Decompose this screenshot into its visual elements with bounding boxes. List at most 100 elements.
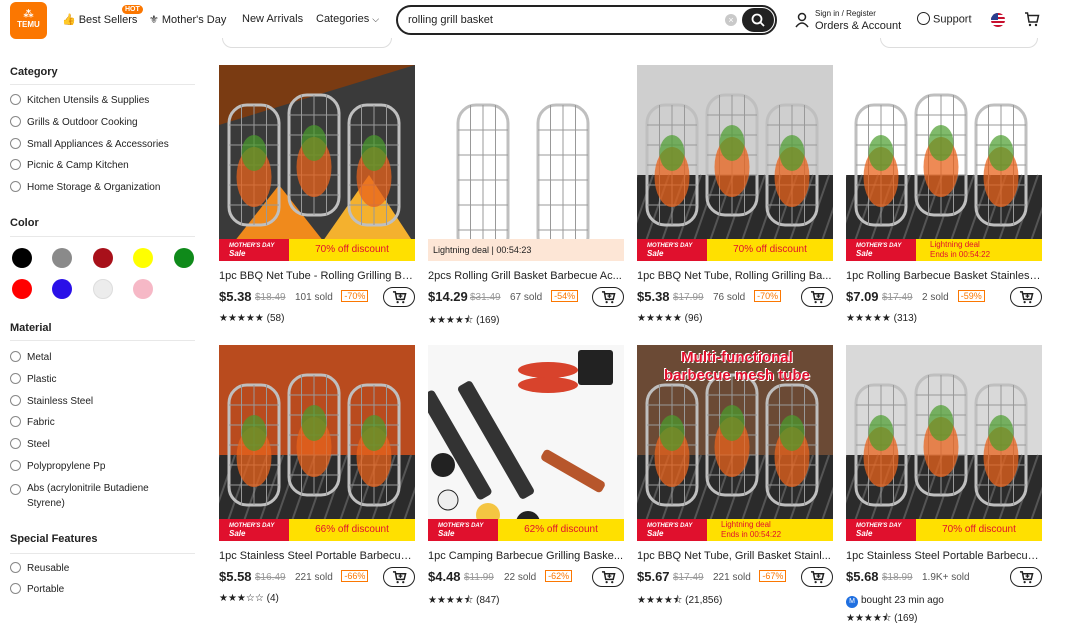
support-link[interactable]: Support (917, 12, 972, 26)
chat-icon (917, 12, 930, 25)
deal-banner: MOTHER'S DAY Sale 62% off discount (428, 519, 624, 541)
sold-count: 101 sold (295, 292, 333, 303)
price-row: $7.09 $17.49 2 sold -59% (846, 287, 1042, 311)
nav-categories[interactable]: Categories ⌵ (316, 13, 379, 25)
radio-icon (10, 583, 21, 594)
cart-icon (392, 571, 407, 584)
discount-text: 70% off discount (942, 524, 1016, 535)
add-to-cart-button[interactable] (383, 567, 415, 587)
stars-icon: ★★★★★ (219, 313, 264, 324)
color-swatch[interactable] (93, 248, 113, 268)
product-title[interactable]: 1pc Stainless Steel Portable Barbecue... (846, 550, 1042, 562)
temu-logo[interactable]: ⁂ TEMU (10, 2, 47, 39)
category-option[interactable]: Kitchen Utensils & Supplies (10, 94, 149, 106)
product-image[interactable]: MOTHER'S DAY Sale 62% off discount (428, 345, 624, 541)
product-image[interactable]: MOTHER'S DAY Sale 70% off discount (219, 65, 415, 261)
clear-icon[interactable]: × (725, 14, 737, 26)
price: $5.58 (219, 569, 252, 584)
material-option[interactable]: Metal (10, 351, 51, 363)
add-to-cart-button[interactable] (592, 287, 624, 307)
product-card[interactable]: Lightning deal | 00:54:23 2pcs Rolling G… (428, 65, 624, 335)
sort-pill[interactable] (880, 38, 1038, 48)
material-option[interactable]: Steel (10, 438, 50, 450)
search-input[interactable]: rolling grill basket (408, 14, 493, 26)
stars-icon: ★★★★⯪ (428, 315, 474, 326)
price: $7.09 (846, 289, 879, 304)
product-title[interactable]: 1pc Camping Barbecue Grilling Baske... (428, 550, 624, 562)
product-image[interactable]: MOTHER'S DAY Sale Lightning deal Ends in 00… (846, 65, 1042, 261)
category-option[interactable]: Picnic & Camp Kitchen (10, 159, 129, 171)
add-to-cart-button[interactable] (801, 567, 833, 587)
rating: ★★★★★ (96) (637, 313, 703, 324)
product-card[interactable]: MOTHER'S DAY Sale 70% off discount 1pc Sta… (846, 345, 1042, 624)
color-swatch[interactable] (133, 248, 153, 268)
material-option[interactable]: Stainless Steel (10, 395, 93, 407)
radio-icon (10, 562, 21, 573)
image-overlay-text: Multi-functional barbecue mesh tube (664, 349, 810, 384)
color-swatch[interactable] (12, 279, 32, 299)
color-swatch[interactable] (12, 248, 32, 268)
product-card[interactable]: MOTHER'S DAY Sale 70% off discount 1pc BBQ… (219, 65, 415, 335)
add-to-cart-button[interactable] (1010, 287, 1042, 307)
color-swatch[interactable] (93, 279, 113, 299)
price: $5.38 (219, 289, 252, 304)
category-option[interactable]: Grills & Outdoor Cooking (10, 116, 138, 128)
material-option[interactable]: Fabric (10, 416, 55, 428)
filter-pill[interactable] (222, 38, 392, 48)
feature-option[interactable]: Portable (10, 583, 64, 595)
material-option[interactable]: Polypropylene Pp (10, 460, 105, 472)
add-to-cart-button[interactable] (383, 287, 415, 307)
category-option[interactable]: Small Appliances & Accessories (10, 138, 169, 150)
add-to-cart-button[interactable] (1010, 567, 1042, 587)
product-title[interactable]: 1pc Stainless Steel Portable Barbecue... (219, 550, 415, 562)
radio-icon (10, 416, 21, 427)
original-price: $16.49 (255, 572, 286, 583)
mothers-day-tag: MOTHER'S DAY Sale (219, 519, 289, 541)
product-image[interactable]: MOTHER'S DAY Sale 66% off discount (219, 345, 415, 541)
logo-icon: ⁂ (23, 9, 34, 20)
color-swatch[interactable] (52, 279, 72, 299)
product-title[interactable]: 1pc BBQ Net Tube, Grill Basket Stainl... (637, 550, 833, 562)
stars-icon: ★★★☆☆ (219, 593, 264, 604)
product-image[interactable]: Multi-functional barbecue mesh tube MOTHE… (637, 345, 833, 541)
add-to-cart-button[interactable] (592, 567, 624, 587)
radio-icon (10, 181, 21, 192)
price: $5.67 (637, 569, 670, 584)
stars-icon: ★★★★⯪ (637, 595, 683, 606)
color-swatch[interactable] (133, 279, 153, 299)
chevron-down-icon: ⌵ (372, 14, 380, 24)
product-title[interactable]: 2pcs Rolling Grill Basket Barbecue Ac... (428, 270, 624, 282)
mothers-day-tag: MOTHER'S DAY Sale (637, 519, 707, 541)
product-card[interactable]: MOTHER'S DAY Sale 66% off discount 1pc Sta… (219, 345, 415, 615)
material-option[interactable]: Plastic (10, 373, 56, 385)
product-image[interactable]: MOTHER'S DAY Sale 70% off discount (637, 65, 833, 261)
product-card[interactable]: Multi-functional barbecue mesh tube MOTHE… (637, 345, 833, 615)
product-title[interactable]: 1pc BBQ Net Tube, Rolling Grilling Ba... (637, 270, 833, 282)
category-option[interactable]: Home Storage & Organization (10, 181, 160, 193)
product-card[interactable]: MOTHER'S DAY Sale 62% off discount 1pc Cam… (428, 345, 624, 615)
product-card[interactable]: MOTHER'S DAY Sale 70% off discount 1pc BBQ… (637, 65, 833, 335)
discount-percent: -66% (341, 570, 369, 582)
feature-option[interactable]: Reusable (10, 562, 69, 574)
product-title[interactable]: 1pc Rolling Barbecue Basket Stainless... (846, 270, 1042, 282)
nav-mothers-day[interactable]: ⚜ Mother's Day (149, 13, 226, 26)
color-swatch[interactable] (174, 248, 194, 268)
nav-new-arrivals[interactable]: New Arrivals (242, 13, 303, 25)
product-title[interactable]: 1pc BBQ Net Tube - Rolling Grilling Ba..… (219, 270, 415, 282)
search-button[interactable] (742, 8, 774, 32)
stars-icon: ★★★★★ (637, 313, 682, 324)
product-image[interactable]: MOTHER'S DAY Sale 70% off discount (846, 345, 1042, 541)
divider (10, 236, 195, 237)
deal-banner: MOTHER'S DAY Sale 70% off discount (846, 519, 1042, 541)
mothers-day-tag: MOTHER'S DAY Sale (219, 239, 289, 261)
color-swatch[interactable] (52, 248, 72, 268)
divider (10, 553, 195, 554)
add-to-cart-button[interactable] (801, 287, 833, 307)
material-option[interactable]: Abs (acrylonitrile Butadiene Styrene) (10, 481, 160, 511)
product-card[interactable]: MOTHER'S DAY Sale Lightning deal Ends in 00… (846, 65, 1042, 335)
cart-button[interactable] (1024, 11, 1040, 32)
product-image[interactable]: Lightning deal | 00:54:23 (428, 65, 624, 261)
us-flag-icon[interactable] (991, 13, 1005, 27)
deal-banner: MOTHER'S DAY Sale Lightning deal Ends in 00… (637, 519, 833, 541)
nav-best-sellers[interactable]: 👍 Best Sellers (62, 13, 137, 26)
